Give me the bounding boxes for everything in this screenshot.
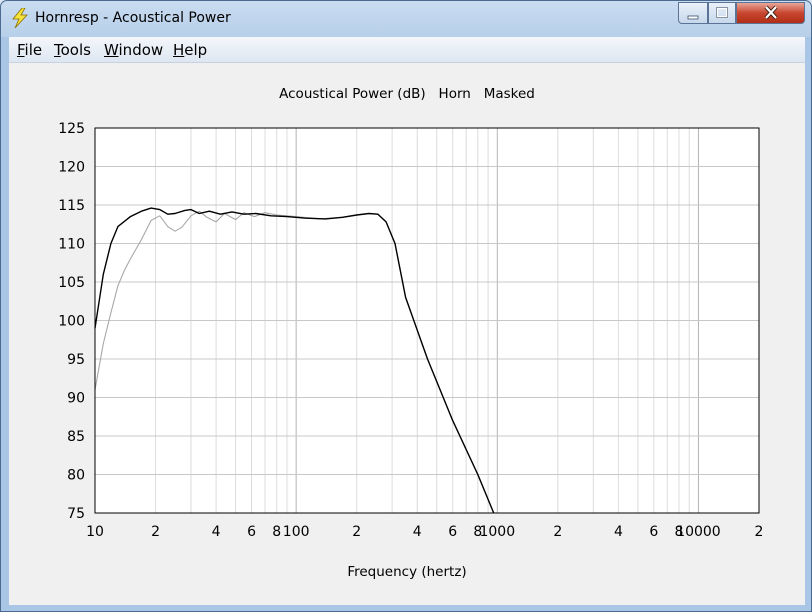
x-tick-label: 2 xyxy=(755,524,764,540)
x-tick-label: 6 xyxy=(649,524,658,540)
close-button[interactable] xyxy=(736,2,805,24)
x-tick-label: 4 xyxy=(212,524,221,540)
x-tick-label: 1000 xyxy=(479,524,515,540)
x-tick-label: 6 xyxy=(448,524,457,540)
x-tick-label: 100 xyxy=(283,524,310,540)
y-tick-label: 120 xyxy=(58,160,85,176)
y-tick-label: 80 xyxy=(67,468,85,484)
close-icon xyxy=(764,5,777,20)
y-tick-label: 95 xyxy=(67,352,85,368)
x-tick-label: 6 xyxy=(247,524,256,540)
x-tick-label: 10000 xyxy=(676,524,721,540)
y-tick-label: 115 xyxy=(58,198,85,214)
y-tick-label: 75 xyxy=(67,506,85,522)
x-tick-label: 8 xyxy=(272,524,281,540)
minimize-button[interactable] xyxy=(678,2,708,24)
menu-file[interactable]: File xyxy=(17,41,42,59)
menu-window[interactable]: Window xyxy=(104,41,163,59)
menu-bar: File Tools Window Help xyxy=(9,37,805,63)
lightning-bolt-icon xyxy=(12,8,28,28)
title-bar[interactable]: Hornresp - Acoustical Power xyxy=(1,1,811,37)
app-window: Hornresp - Acoustical Power File Tools W… xyxy=(0,0,812,612)
x-tick-label: 4 xyxy=(614,524,623,540)
x-axis-label: Frequency (hertz) xyxy=(347,564,467,580)
y-tick-label: 125 xyxy=(58,121,85,137)
x-tick-label: 4 xyxy=(413,524,422,540)
menu-tools[interactable]: Tools xyxy=(54,41,91,59)
y-tick-label: 105 xyxy=(58,275,85,291)
x-tick-label: 10 xyxy=(86,524,104,540)
maximize-button[interactable] xyxy=(708,2,736,24)
minimize-icon xyxy=(687,15,699,20)
y-tick-label: 85 xyxy=(67,429,85,445)
maximize-icon xyxy=(716,7,728,18)
y-tick-label: 100 xyxy=(58,314,85,330)
menu-help[interactable]: Help xyxy=(173,41,207,59)
chart-area: Acoustical Power (dB) Horn Masked 75 80 85… xyxy=(9,63,805,605)
x-tick-label: 2 xyxy=(553,524,562,540)
x-tick-label: 2 xyxy=(151,524,160,540)
y-tick-label: 90 xyxy=(67,391,85,407)
y-tick-label: 110 xyxy=(58,237,85,253)
window-title: Hornresp - Acoustical Power xyxy=(35,10,231,26)
x-tick-label: 2 xyxy=(352,524,361,540)
acoustical-power-chart: 758085909510010511011512012510 2 4 6 8 100 2 4 6… xyxy=(58,121,764,540)
